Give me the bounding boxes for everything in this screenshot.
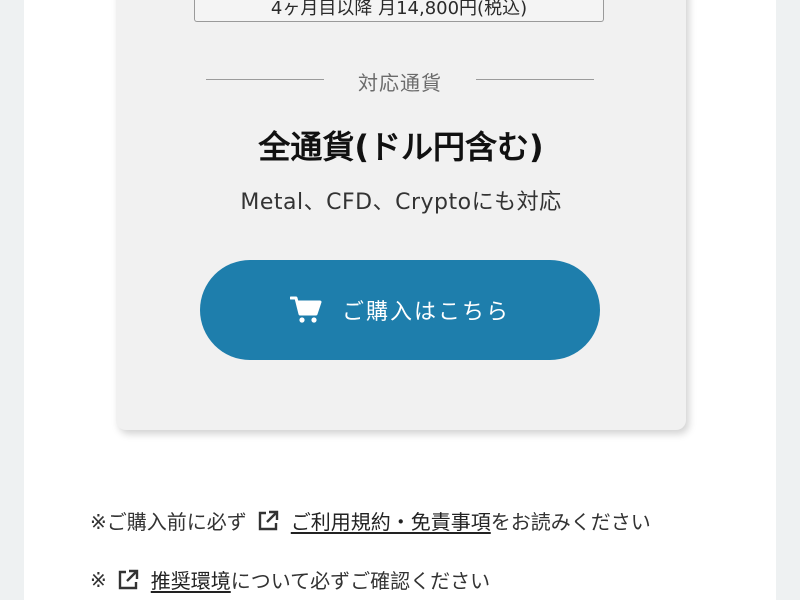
environment-note-suffix: について必ずご確認ください (230, 569, 491, 593)
cart-icon (289, 295, 322, 325)
plan-card: 4ヶ月目以降 月14,800円(税込) 対応通貨 全通貨(ドル円含む) Meta… (116, 0, 686, 430)
divider-line-right (476, 79, 594, 80)
currency-divider: 対応通貨 (206, 64, 594, 95)
price-box: 4ヶ月目以降 月14,800円(税込) (194, 0, 604, 22)
purchase-button[interactable]: ご購入はこちら (200, 260, 600, 360)
page-content: 4ヶ月目以降 月14,800円(税込) 対応通貨 全通貨(ドル円含む) Meta… (24, 0, 776, 600)
external-link-icon[interactable] (257, 510, 279, 532)
external-link-icon[interactable] (117, 569, 139, 591)
terms-note: ※ご購入前に必ず ご利用規約・免責事項 をお読みください (90, 506, 651, 535)
terms-note-prefix: ※ご購入前に必ず (90, 510, 247, 534)
environment-note-prefix: ※ (90, 567, 107, 592)
price-text: 4ヶ月目以降 月14,800円(税込) (270, 0, 528, 19)
terms-note-suffix: をお読みください (490, 510, 651, 534)
purchase-button-label: ご購入はこちら (341, 300, 510, 325)
terms-link[interactable]: ご利用規約・免責事項 (291, 506, 491, 535)
currency-main: 全通貨(ドル円含む) (258, 128, 544, 166)
currency-sub: Metal、CFD、Cryptoにも対応 (240, 190, 562, 215)
currency-heading: 対応通貨 (358, 71, 442, 95)
environment-note: ※ 推奨環境 について必ずご確認ください (90, 565, 490, 594)
environment-link[interactable]: 推奨環境 (151, 565, 231, 594)
